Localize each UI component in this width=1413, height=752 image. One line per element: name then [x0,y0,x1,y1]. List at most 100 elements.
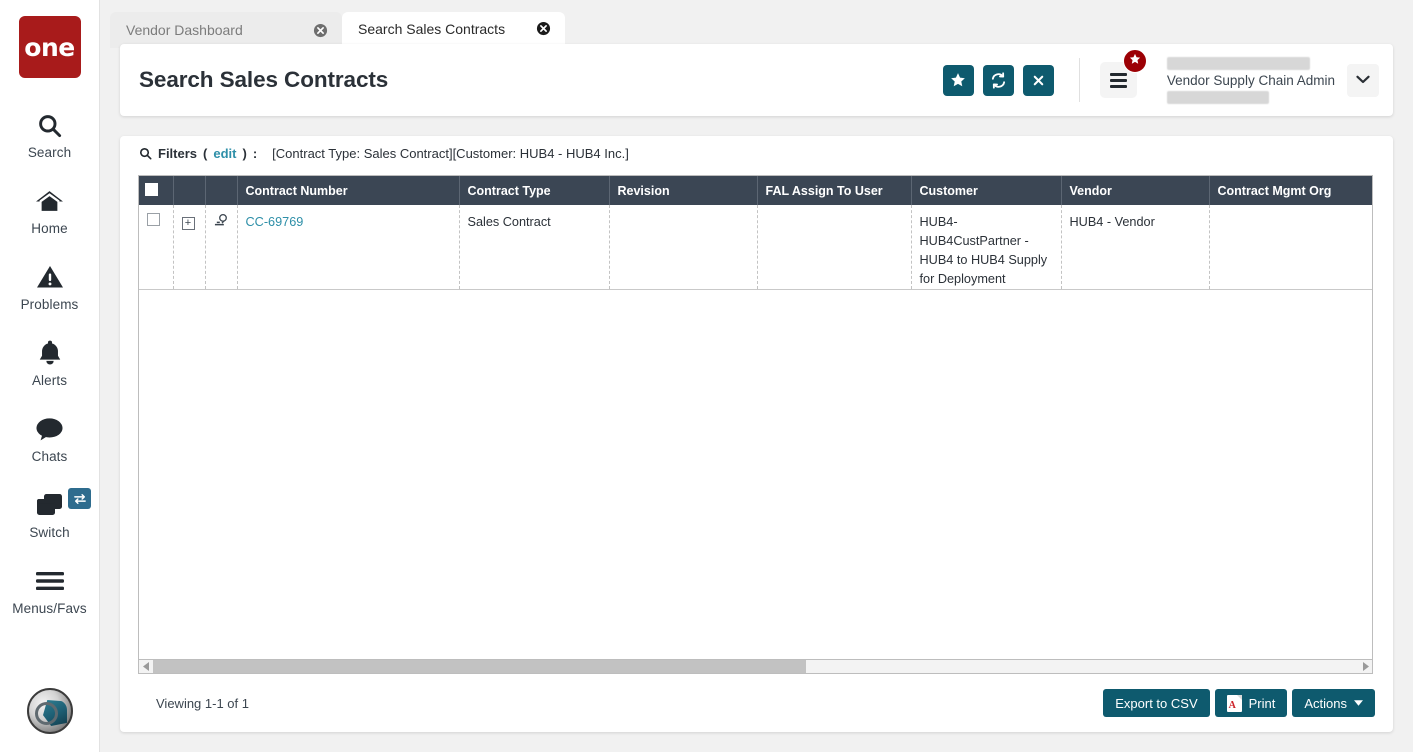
cell-revision [609,205,758,290]
filters-open-paren: ( [203,146,208,161]
column-header-contract-type[interactable]: Contract Type [459,176,610,205]
close-circle-icon[interactable] [536,21,551,36]
favorites-badge [1122,49,1147,73]
actions-button[interactable]: Actions [1292,689,1375,717]
detail-magnifier-icon[interactable] [214,213,229,234]
results-card: Filters (edit): [Contract Type: Sales Co… [120,136,1393,732]
results-footer: Viewing 1-1 of 1 Export to CSV Print Act… [120,674,1393,732]
tab-label: Vendor Dashboard [126,22,243,38]
user-identity: Vendor Supply Chain Admin [1166,56,1335,104]
filters-edit-link[interactable]: edit [213,146,236,161]
viewing-count: Viewing 1-1 of 1 [156,695,249,711]
sidebar-item-label: Switch [29,525,70,540]
logo-text: one [24,32,75,62]
filters-close-paren: ) [242,146,247,161]
favorite-button[interactable] [942,64,974,96]
sidebar-item-switch[interactable]: Switch [0,476,99,552]
table-body: + CC-69769 Sales Contract HUB4-HUB4CustP… [139,205,1372,290]
sidebar-item-chats[interactable]: Chats [0,400,99,476]
row-expand-cell[interactable]: + [173,205,206,290]
column-header-expand [173,176,206,205]
sidebar-item-label: Chats [31,449,68,464]
sidebar-item-label: Alerts [31,373,68,388]
scrollbar-track[interactable] [153,660,1358,673]
close-button[interactable] [1022,64,1054,96]
header-action-buttons [942,64,1054,96]
assistant-avatar-icon [27,688,73,734]
filters-bar: Filters (edit): [Contract Type: Sales Co… [120,136,1393,167]
column-header-contract-number[interactable]: Contract Number [237,176,460,205]
footer-actions: Export to CSV Print Actions [1103,689,1375,717]
column-header-select[interactable] [139,176,174,205]
scrollbar-thumb[interactable] [153,660,806,673]
menus-favs-button[interactable] [1099,49,1147,98]
horizontal-scrollbar[interactable] [138,659,1373,674]
plus-box-icon[interactable]: + [181,217,195,230]
star-icon [950,72,966,88]
header-divider [1078,58,1080,102]
checkbox-icon[interactable] [145,182,158,196]
user-role-label: Vendor Supply Chain Admin [1166,72,1335,88]
sidebar-item-label: Home [31,221,68,236]
sidebar-item-home[interactable]: Home [0,172,99,248]
close-circle-icon[interactable] [313,23,328,38]
assistant-avatar-button[interactable] [27,688,73,734]
user-name-redacted [1166,56,1310,70]
chat-bubble-icon [35,412,64,446]
contract-number-link[interactable]: CC-69769 [246,215,304,229]
user-org-redacted [1166,90,1269,104]
checkbox-icon[interactable] [147,213,160,226]
column-header-fal-assign-to-user[interactable]: FAL Assign To User [757,176,912,205]
hamburger-icon [35,564,65,598]
tab-search-sales-contracts[interactable]: Search Sales Contracts [342,12,565,48]
column-header-vendor[interactable]: Vendor [1061,176,1210,205]
page-title: Search Sales Contracts [139,67,389,92]
warning-triangle-icon [36,260,64,294]
sidebar-item-search[interactable]: Search [0,96,99,172]
rail-items: Search Home Problems Alerts Chats Switch… [0,96,99,628]
bell-icon [37,336,63,370]
table-header-row: Contract Number Contract Type Revision F… [139,176,1372,205]
app-root: one Search Home Problems Alerts Chats Sw… [0,0,1413,752]
refresh-button[interactable] [982,64,1014,96]
swap-arrows-icon[interactable] [68,488,91,509]
export-to-csv-label: Export to CSV [1115,695,1198,711]
cell-contract-mgmt-org [1209,205,1372,290]
print-button[interactable]: Print [1214,689,1288,717]
column-header-revision[interactable]: Revision [609,176,758,205]
sidebar-item-alerts[interactable]: Alerts [0,324,99,400]
cell-customer: HUB4-HUB4CustPartner - HUB4 to HUB4 Supp… [911,205,1062,290]
table-row[interactable]: + CC-69769 Sales Contract HUB4-HUB4CustP… [139,205,1372,290]
cell-contract-type: Sales Contract [459,205,610,290]
x-icon [1031,73,1046,88]
refresh-icon [990,71,1007,89]
sidebar-item-label: Menus/Favs [12,601,87,616]
user-menu[interactable]: Vendor Supply Chain Admin [1166,56,1379,104]
star-icon [1129,52,1141,70]
row-detail-cell[interactable] [205,205,238,290]
chevron-left-icon[interactable] [139,660,153,673]
tab-vendor-dashboard[interactable]: Vendor Dashboard [110,12,342,48]
chevron-down-icon [1354,698,1363,708]
results-grid-viewport: Contract Number Contract Type Revision F… [138,175,1373,659]
cell-vendor: HUB4 - Vendor [1061,205,1210,290]
row-select-cell[interactable] [139,205,174,290]
pdf-icon [1226,694,1242,712]
chevron-down-icon [1356,71,1370,89]
actions-label: Actions [1304,695,1347,711]
column-header-detail [205,176,238,205]
sidebar-item-label: Problems [20,297,79,312]
sidebar-item-problems[interactable]: Problems [0,248,99,324]
export-to-csv-button[interactable]: Export to CSV [1103,689,1210,717]
sidebar-item-menus-favs[interactable]: Menus/Favs [0,552,99,628]
home-icon [35,184,64,218]
column-header-contract-mgmt-org[interactable]: Contract Mgmt Org [1209,176,1372,205]
one-logo[interactable]: one [18,16,81,78]
cell-contract-number[interactable]: CC-69769 [237,205,460,290]
search-icon [36,108,63,142]
sidebar-item-label: Search [27,145,72,160]
user-menu-toggle[interactable] [1347,63,1379,97]
column-header-customer[interactable]: Customer [911,176,1062,205]
chevron-right-icon[interactable] [1358,660,1372,673]
page-header-card: Search Sales Contracts Vendor Supply Cha… [120,44,1393,116]
